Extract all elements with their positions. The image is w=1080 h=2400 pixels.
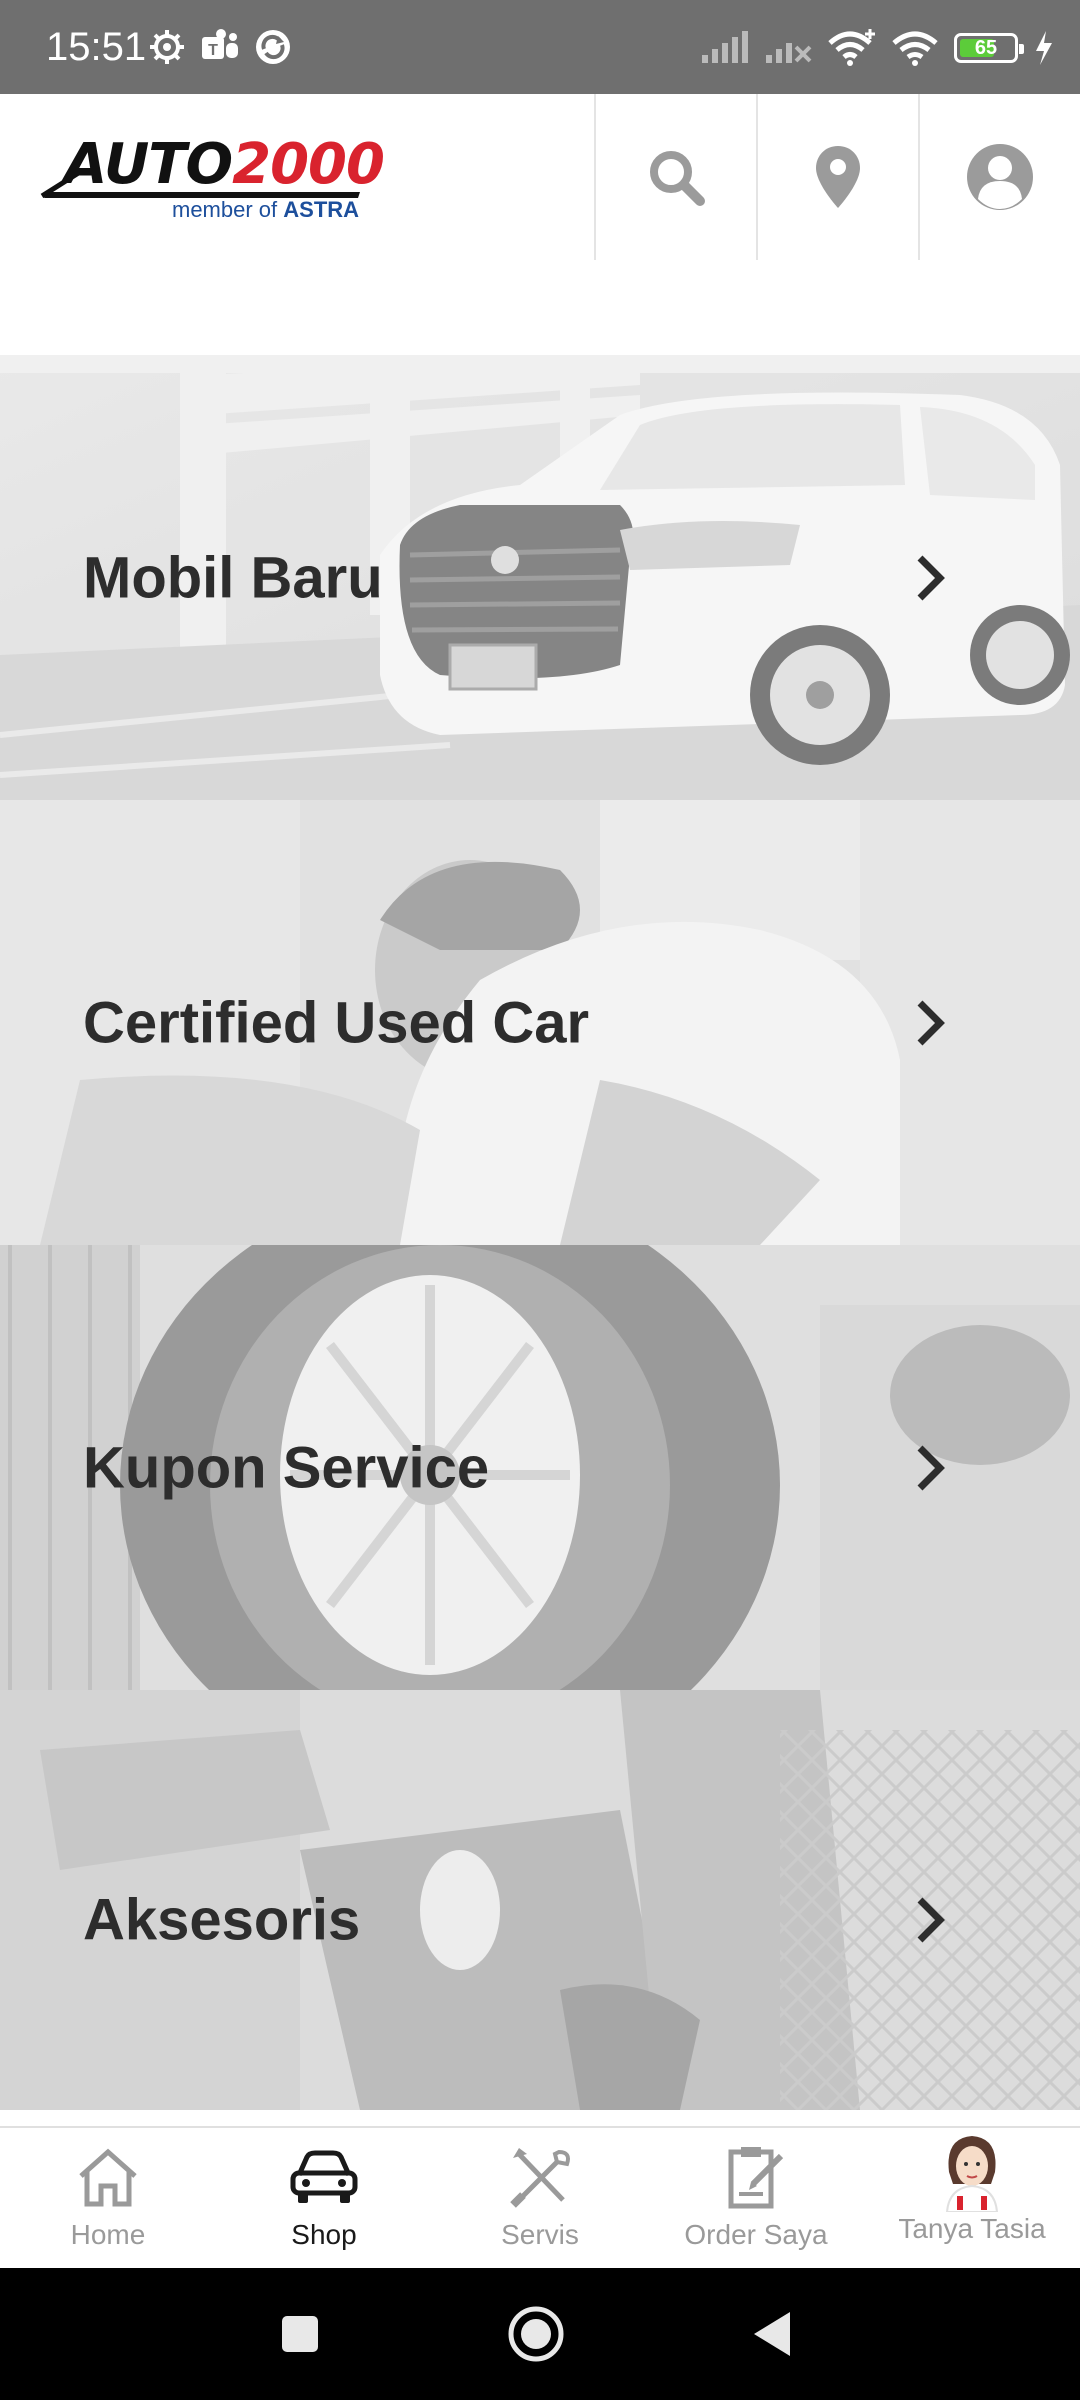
clipboard-edit-icon bbox=[728, 2147, 784, 2209]
location-button[interactable] bbox=[756, 94, 918, 260]
car-icon bbox=[290, 2150, 358, 2203]
location-pin-icon bbox=[816, 146, 860, 208]
shop-menu: Mobil Baru Certified Used Car Kupon Serv… bbox=[0, 355, 1080, 2110]
charging-bolt-icon bbox=[1036, 31, 1052, 65]
home-icon bbox=[79, 2148, 137, 2207]
nav-label: Servis bbox=[501, 2219, 579, 2250]
tools-icon bbox=[510, 2148, 570, 2208]
nav-label: Tanya Tasia bbox=[898, 2213, 1046, 2244]
wifi-icon bbox=[892, 31, 938, 66]
cell-signal-icon bbox=[702, 31, 748, 63]
nav-label: Home bbox=[70, 2219, 146, 2250]
chevron-right-icon bbox=[917, 555, 945, 600]
chevron-right-icon bbox=[917, 1000, 945, 1045]
status-time: 15:51 bbox=[46, 25, 147, 69]
triangle-back-icon bbox=[754, 2312, 790, 2356]
back-system-button[interactable] bbox=[712, 2268, 832, 2400]
logo-tagline: member of ASTRA bbox=[172, 196, 359, 224]
nav-item-order-saya[interactable]: Order Saya bbox=[648, 2128, 864, 2268]
battery-tip bbox=[1019, 44, 1024, 54]
sync-app-icon bbox=[256, 30, 290, 64]
menu-tile-kupon-service[interactable]: Kupon Service bbox=[0, 1245, 1080, 1690]
menu-tile-aksesoris[interactable]: Aksesoris bbox=[0, 1690, 1080, 2110]
recent-apps-button[interactable] bbox=[240, 2268, 360, 2400]
menu-tile-certified-used-car[interactable]: Certified Used Car bbox=[0, 800, 1080, 1245]
nav-label: Shop bbox=[291, 2219, 357, 2250]
wifi-plus-icon bbox=[828, 29, 875, 66]
auto2000-logo[interactable]: AUTO2000 member of ASTRA bbox=[40, 134, 385, 226]
logo-tagline-brand: ASTRA bbox=[283, 197, 360, 222]
nav-item-servis[interactable]: Servis bbox=[432, 2128, 648, 2268]
menu-tile-mobil-baru[interactable]: Mobil Baru bbox=[0, 355, 1080, 800]
menu-tile-label: Aksesoris bbox=[83, 1887, 361, 1953]
account-button[interactable] bbox=[918, 94, 1080, 260]
menu-tile-label: Mobil Baru bbox=[83, 545, 383, 610]
square-recents-icon bbox=[282, 2316, 318, 2352]
teams-icon: T bbox=[202, 29, 238, 59]
battery-level-text: 65 bbox=[974, 37, 998, 59]
logo-tagline-prefix: member of bbox=[172, 197, 278, 222]
logo-number: 2000 bbox=[232, 132, 385, 197]
logo-wordmark: AUTO2000 bbox=[64, 132, 385, 197]
status-right-icons: 65 bbox=[700, 24, 1054, 72]
menu-tile-label: Kupon Service bbox=[83, 1435, 490, 1500]
nav-item-tanya-tasia[interactable]: Tanya Tasia bbox=[864, 2128, 1080, 2268]
nav-label: Order Saya bbox=[684, 2219, 828, 2250]
status-left-icons: T bbox=[148, 28, 292, 66]
nav-item-home[interactable]: Home bbox=[0, 2128, 216, 2268]
assistant-avatar-icon bbox=[945, 2136, 999, 2212]
chevron-right-icon bbox=[917, 1445, 945, 1490]
app-header: AUTO2000 member of ASTRA bbox=[0, 94, 1080, 260]
circle-home-icon bbox=[508, 2306, 564, 2362]
cell-signal-muted-icon bbox=[766, 43, 812, 63]
battery-icon: 65 bbox=[954, 33, 1024, 63]
home-system-button[interactable] bbox=[476, 2268, 596, 2400]
search-icon bbox=[650, 151, 705, 206]
chevron-right-icon bbox=[917, 1897, 945, 1943]
logo-brand: AUTO bbox=[64, 132, 233, 197]
settings-gear-icon bbox=[150, 30, 184, 64]
account-icon bbox=[967, 144, 1033, 210]
svg-text:T: T bbox=[208, 42, 218, 59]
nav-item-shop[interactable]: Shop bbox=[216, 2128, 432, 2268]
system-navigation-bar bbox=[0, 2268, 1080, 2400]
search-button[interactable] bbox=[594, 94, 756, 260]
bottom-navigation: Home Shop Servis Order Saya Tanya Tasia bbox=[0, 2126, 1080, 2268]
menu-tile-label: Certified Used Car bbox=[83, 990, 590, 1055]
status-bar: 15:51 T 65 bbox=[0, 0, 1080, 94]
